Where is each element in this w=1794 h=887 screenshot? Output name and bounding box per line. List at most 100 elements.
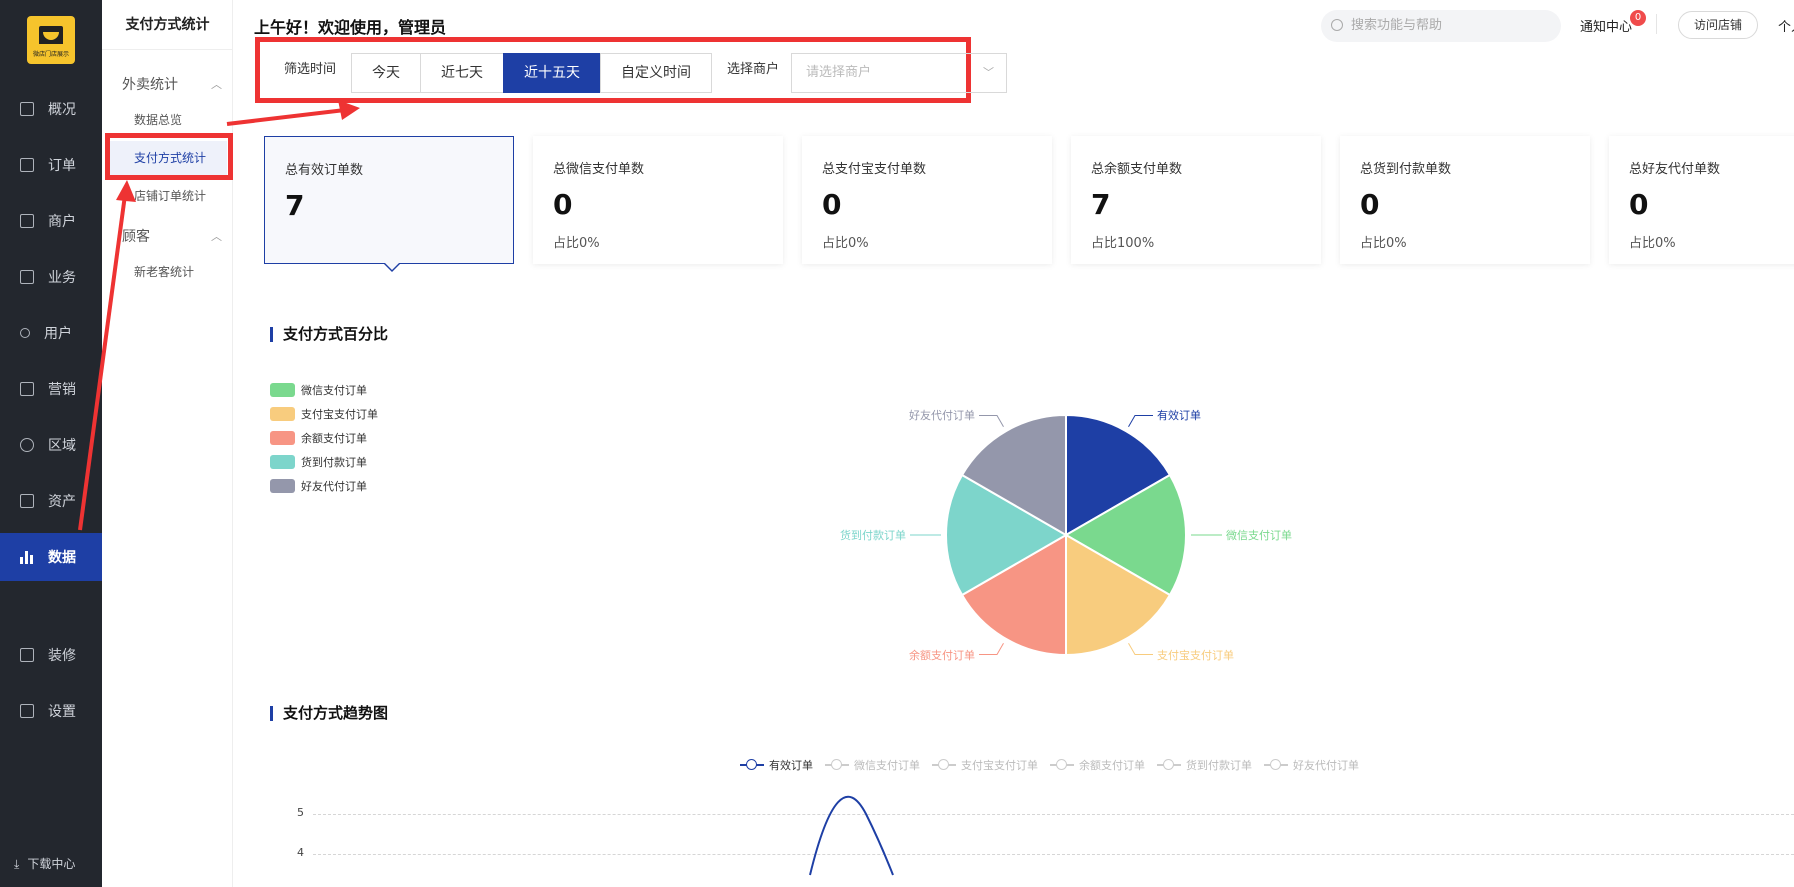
pie-slice[interactable] [960,533,1067,657]
nav-label: 资产 [48,494,76,510]
personal-center-link[interactable]: 个人 [1778,16,1794,35]
trend-legend-wechat[interactable]: 微信支付订单 [825,757,920,773]
trend-legend-valid[interactable]: 有效订单 [740,757,813,773]
stat-card-valid-orders[interactable]: 总有效订单数 7 [264,136,514,272]
active-pointer [383,262,401,272]
nav-label: 区域 [48,438,76,454]
secondary-sidebar-title: 支付方式统计 [102,0,233,50]
search-input[interactable]: 搜索功能与帮助 [1321,10,1561,42]
pie-slice[interactable] [1065,533,1172,657]
trend-legend-friend-pay[interactable]: 好友代付订单 [1264,757,1359,773]
time-7days-button[interactable]: 近七天 [420,53,504,93]
stat-card-friend-pay[interactable]: 总好友代付单数 0 占比0% [1609,136,1794,264]
stat-value: 7 [285,189,305,222]
legend-swatch [270,383,295,397]
nav-merchants[interactable]: 商户 [0,197,102,245]
legend-label: 货到付款订单 [1186,759,1252,772]
bar-chart-icon [20,550,34,564]
stat-percent: 占比0% [1629,236,1676,251]
trend-legend-alipay[interactable]: 支付宝支付订单 [932,757,1038,773]
legend-swatch [270,479,295,493]
trend-legend-cod[interactable]: 货到付款订单 [1157,757,1252,773]
download-center-link[interactable]: ⤓ 下载中心 [14,855,83,872]
filter-time-label: 筛选时间 [284,62,337,77]
legend-item-alipay[interactable]: 支付宝支付订单 [270,402,378,426]
pie-slice[interactable] [1065,413,1172,537]
legend-label: 余额支付订单 [301,432,367,445]
legend-marker-icon [1050,759,1074,771]
stat-card-balance[interactable]: 总余额支付单数 7 占比100% [1071,136,1321,264]
time-range-group: 今天 近七天 近十五天 自定义时间 [351,53,712,93]
pie-slice-label: 微信支付订单 [1226,529,1292,542]
pie-legend: 微信支付订单 支付宝支付订单 余额支付订单 货到付款订单 好友代付订单 [270,378,378,498]
stat-label: 总有效订单数 [285,163,364,178]
app-root: 微店门店展示 概况 订单 商户 业务 用户 营销 区域 资产 数据 装修 设置 … [0,0,1794,887]
merchant-select[interactable]: 请选择商户 [791,53,971,93]
pie-leader-line [1128,643,1153,656]
trend-legend-balance[interactable]: 余额支付订单 [1050,757,1145,773]
logo-text: 微店门店展示 [32,51,69,58]
stat-card-cod[interactable]: 总货到付款单数 0 占比0% [1340,136,1590,264]
stat-value: 7 [1091,188,1111,221]
nav-users[interactable]: 用户 [0,309,102,357]
download-label: 下载中心 [27,857,76,871]
decorate-icon [20,648,34,662]
chevron-up-icon: ︿ [211,78,222,91]
nav-data[interactable]: 数据 [0,533,102,581]
nav-region[interactable]: 区域 [0,421,102,469]
download-icon: ⤓ [14,857,20,871]
stat-percent: 占比0% [822,236,869,251]
trend-legend: 有效订单 微信支付订单 支付宝支付订单 余额支付订单 货到付款订单 好友代付订单 [740,757,1371,773]
nav-marketing[interactable]: 营销 [0,365,102,413]
notify-label: 通知中心 [1580,20,1633,35]
stat-value: 0 [822,188,842,221]
notification-center-link[interactable]: 通知中心 0 [1580,10,1647,35]
nav-settings[interactable]: 设置 [0,687,102,735]
shop-icon [39,26,63,44]
legend-marker-icon [740,759,764,771]
stat-card-alipay[interactable]: 总支付宝支付单数 0 占比0% [802,136,1052,264]
menu-item-data-overview[interactable]: 数据总览 [102,103,233,137]
order-icon [20,158,34,172]
brand-logo[interactable]: 微店门店展示 [27,16,75,64]
legend-label: 货到付款订单 [301,456,367,469]
legend-marker-icon [1264,759,1288,771]
nav-label: 概况 [48,102,76,118]
pie-leader-line [1128,414,1153,427]
menu-item-store-order-stats[interactable]: 店铺订单统计 [102,179,233,213]
business-icon [20,270,34,284]
visit-store-button[interactable]: 访问店铺 [1678,11,1758,39]
menu-item-new-old-customers[interactable]: 新老客统计 [102,255,233,289]
annotation-arrow-head [338,100,360,120]
page-greeting: 上午好！欢迎使用，管理员 [254,18,447,37]
time-today-button[interactable]: 今天 [351,53,421,93]
pie-section-title: 支付方式百分比 [270,327,388,342]
nav-overview[interactable]: 概况 [0,85,102,133]
stat-card-wechat[interactable]: 总微信支付单数 0 占比0% [533,136,783,264]
pie-slice[interactable] [960,413,1067,537]
legend-marker-icon [1157,759,1181,771]
trend-series-line [809,795,894,876]
legend-item-friend-pay[interactable]: 好友代付订单 [270,474,378,498]
chevron-down-icon[interactable]: ﹀ [971,53,1007,93]
stat-label: 总支付宝支付单数 [822,162,927,177]
stat-value: 0 [1629,188,1649,221]
menu-group-customers[interactable]: 顾客 ︿ [122,226,222,246]
stat-value: 0 [1360,188,1380,221]
chevron-up-icon: ︿ [211,230,222,243]
legend-item-wechat[interactable]: 微信支付订单 [270,378,378,402]
menu-group-takeout[interactable]: 外卖统计 ︿ [122,74,222,94]
pie-slice[interactable] [1064,473,1187,597]
pie-slice[interactable] [945,473,1068,597]
time-custom-button[interactable]: 自定义时间 [600,53,712,93]
nav-orders[interactable]: 订单 [0,141,102,189]
legend-swatch [270,407,295,421]
nav-business[interactable]: 业务 [0,253,102,301]
stat-label: 总微信支付单数 [553,162,645,177]
nav-assets[interactable]: 资产 [0,477,102,525]
legend-item-cod[interactable]: 货到付款订单 [270,450,378,474]
legend-item-balance[interactable]: 余额支付订单 [270,426,378,450]
y-tick-label: 5 [297,806,304,819]
nav-decorate[interactable]: 装修 [0,631,102,679]
time-15days-button[interactable]: 近十五天 [503,53,601,93]
